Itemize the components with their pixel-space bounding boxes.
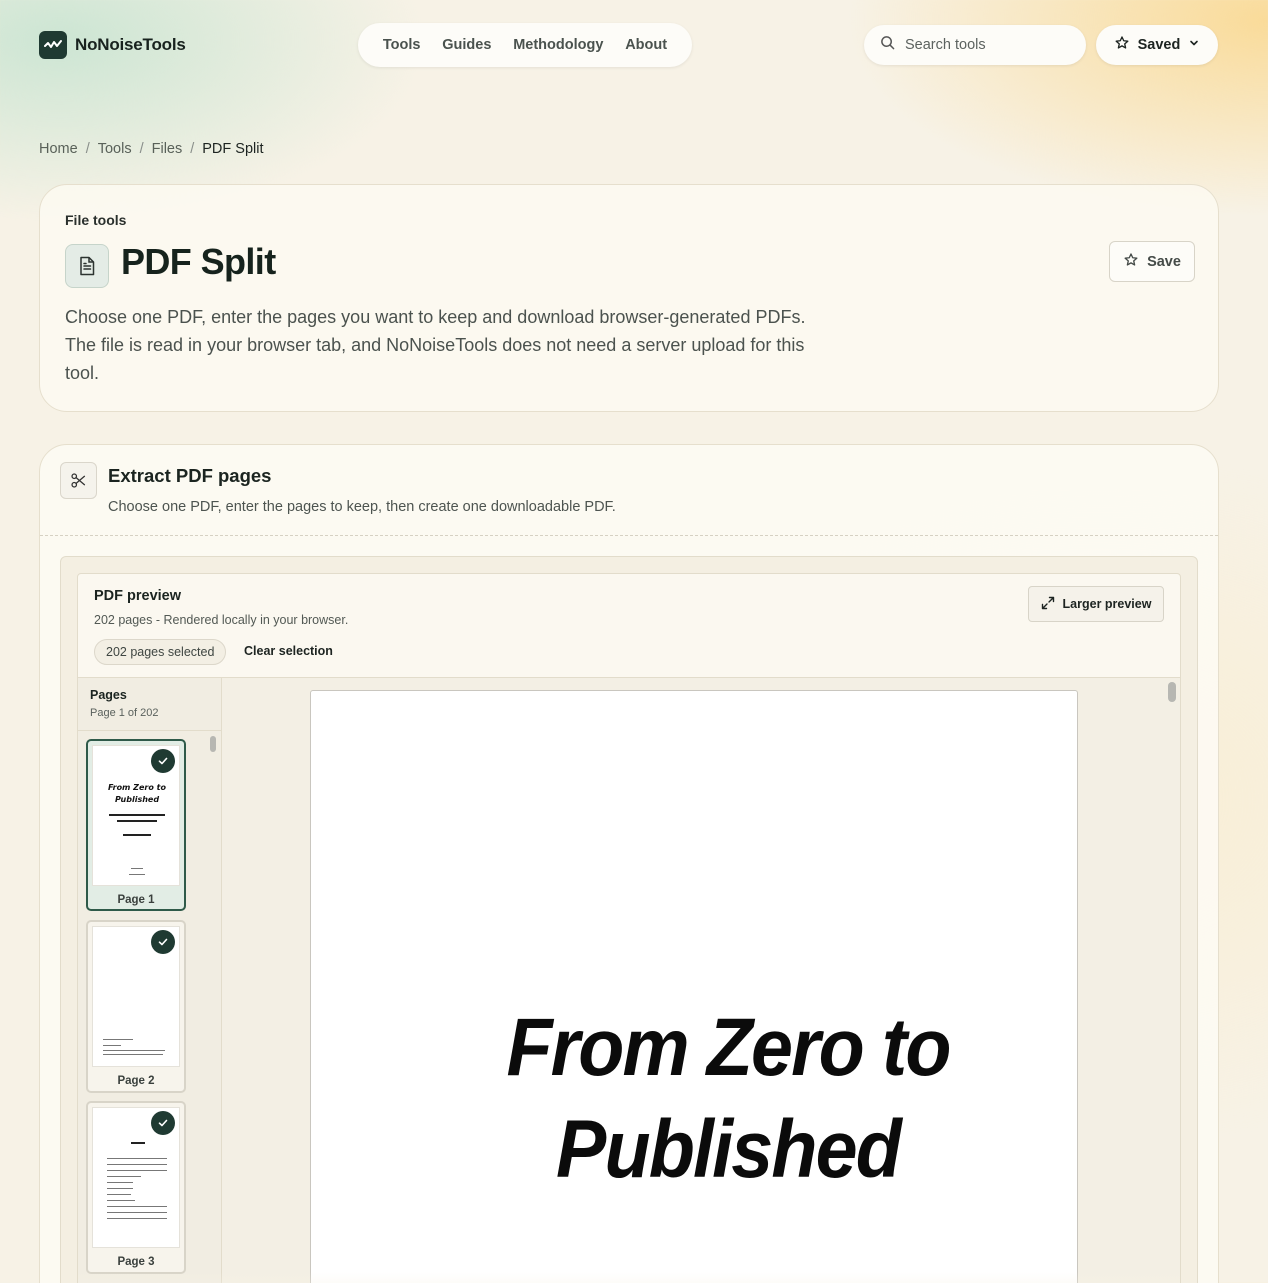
- breadcrumb-current: PDF Split: [202, 141, 264, 157]
- brand-name: NoNoiseTools: [75, 35, 186, 54]
- preview-title: PDF preview: [94, 588, 182, 604]
- thumbnail-text-line: [107, 1206, 167, 1207]
- nav-about[interactable]: About: [625, 37, 667, 53]
- thumbnail-label: Page 3: [117, 1256, 155, 1268]
- thumbnail-text-line: [107, 1218, 167, 1219]
- thumbnail-text-line: [107, 1188, 133, 1189]
- tool-section-title: Extract PDF pages: [108, 465, 272, 486]
- thumbnail-text-line: [107, 1158, 167, 1159]
- breadcrumb-home[interactable]: Home: [39, 141, 78, 157]
- pages-title: Pages: [90, 688, 127, 702]
- save-label: Save: [1147, 253, 1181, 270]
- scissors-icon: [60, 462, 97, 499]
- thumbnail-text-line: [103, 1045, 121, 1046]
- larger-preview-button[interactable]: Larger preview: [1028, 586, 1164, 622]
- thumbnail-text-line: [103, 1039, 133, 1040]
- checkmark-icon: [151, 1111, 175, 1135]
- bottom-fade-overlay: [78, 1272, 1180, 1283]
- sidebar-divider: [78, 730, 221, 731]
- page-title: PDF Split: [121, 241, 276, 282]
- expand-icon: [1041, 596, 1055, 613]
- saved-label: Saved: [1137, 37, 1181, 53]
- thumbnail-text-line: [117, 820, 157, 822]
- page-thumbnail[interactable]: Page 3: [86, 1101, 186, 1274]
- pdf-page-title-line: Published: [556, 1104, 902, 1195]
- star-icon: [1114, 35, 1130, 55]
- breadcrumb-separator: /: [190, 141, 195, 157]
- tool-hero-card: File tools PDF Split Save Choose one PDF…: [39, 184, 1219, 412]
- pdf-page-title-line: From Zero to: [506, 1002, 951, 1093]
- thumbnail-title-text: From Zero to: [108, 783, 166, 792]
- page-viewer[interactable]: From Zero to Published: [222, 678, 1180, 1283]
- document-icon: [65, 244, 109, 288]
- nav-guides[interactable]: Guides: [442, 37, 491, 53]
- viewer-scrollbar[interactable]: [1168, 682, 1176, 702]
- pages-counter: Page 1 of 202: [90, 707, 159, 719]
- nav-methodology[interactable]: Methodology: [513, 37, 603, 53]
- clear-selection-button[interactable]: Clear selection: [244, 644, 333, 658]
- breadcrumb-separator: /: [139, 141, 144, 157]
- checkmark-icon: [151, 930, 175, 954]
- thumbnail-text-line: [107, 1170, 167, 1171]
- main-nav: Tools Guides Methodology About: [358, 23, 692, 67]
- thumbnail-text-line: [107, 1212, 167, 1213]
- category-eyebrow: File tools: [65, 212, 127, 228]
- thumbnail-text-line: [131, 1142, 145, 1144]
- search-box[interactable]: [864, 25, 1086, 65]
- tool-workspace: PDF preview 202 pages - Rendered locally…: [60, 556, 1198, 1283]
- thumbnail-label: Page 2: [117, 1075, 155, 1087]
- nav-tools[interactable]: Tools: [383, 37, 421, 53]
- tool-section-subtitle: Choose one PDF, enter the pages to keep,…: [108, 499, 616, 515]
- thumbnail-text-line: [107, 1182, 133, 1183]
- saved-dropdown-button[interactable]: Saved: [1096, 25, 1218, 65]
- thumbnail-text-line: [107, 1164, 167, 1165]
- breadcrumb-separator: /: [85, 141, 90, 157]
- thumbnail-text-line: [107, 1200, 135, 1201]
- pdf-preview-panel: PDF preview 202 pages - Rendered locally…: [77, 573, 1181, 1283]
- thumbnail-label: Page 1: [117, 894, 155, 906]
- brand-logo[interactable]: NoNoiseTools: [39, 31, 186, 59]
- pages-selected-badge: 202 pages selected: [94, 639, 227, 665]
- sidebar-scrollbar[interactable]: [210, 736, 216, 752]
- search-input[interactable]: [905, 37, 1065, 53]
- breadcrumb: Home / Tools / Files / PDF Split: [39, 141, 264, 157]
- thumbnail-text-line: [131, 868, 143, 869]
- thumbnail-text-line: [123, 834, 151, 836]
- breadcrumb-tools[interactable]: Tools: [98, 141, 132, 157]
- rendered-pdf-page: From Zero to Published: [310, 690, 1078, 1283]
- thumbnail-text-line: [107, 1194, 131, 1195]
- thumbnail-text-line: [103, 1054, 163, 1055]
- checkmark-icon: [151, 749, 175, 773]
- top-header: NoNoiseTools Tools Guides Methodology Ab…: [0, 0, 1268, 92]
- extract-tool-card: Extract PDF pages Choose one PDF, enter …: [39, 444, 1219, 1283]
- larger-preview-label: Larger preview: [1062, 597, 1152, 611]
- save-tool-button[interactable]: Save: [1109, 241, 1195, 282]
- thumbnail-title-text: Published: [114, 795, 160, 804]
- star-outline-icon: [1123, 252, 1139, 272]
- thumbnail-text-line: [103, 1050, 165, 1051]
- chevron-down-icon: [1188, 37, 1200, 53]
- preview-meta: 202 pages - Rendered locally in your bro…: [94, 613, 349, 627]
- tool-description: Choose one PDF, enter the pages you want…: [65, 307, 806, 383]
- dashed-divider: [40, 535, 1218, 536]
- page-thumbnail[interactable]: From Zero to Published Page 1: [86, 739, 186, 911]
- breadcrumb-files[interactable]: Files: [152, 141, 183, 157]
- page-thumbnail[interactable]: Page 2: [86, 920, 186, 1093]
- logo-mark-icon: [39, 31, 67, 59]
- thumbnail-text-line: [129, 874, 145, 875]
- pages-sidebar: Pages Page 1 of 202 From Zero to Publish…: [78, 678, 222, 1283]
- search-icon: [880, 35, 895, 55]
- thumbnail-text-line: [109, 814, 165, 816]
- thumbnail-text-line: [107, 1176, 141, 1177]
